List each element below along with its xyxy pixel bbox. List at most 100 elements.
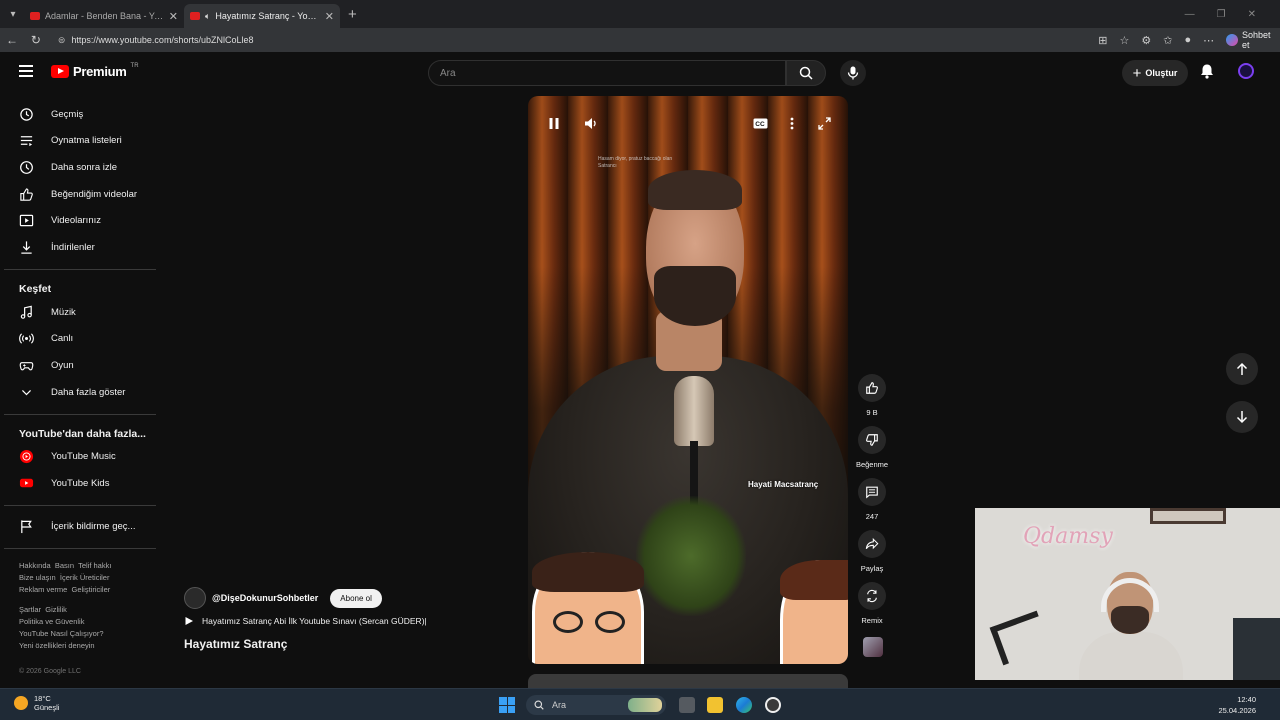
pause-icon[interactable]	[545, 114, 563, 132]
video-title[interactable]: Hayatımız Satranç	[184, 637, 287, 651]
video-cartoon-right	[780, 560, 848, 664]
sidebar-item-liked-videos[interactable]: Beğendiğim videolar	[0, 181, 156, 207]
edge-browser-icon[interactable]	[736, 697, 752, 713]
channel-name[interactable]: @DişeDokunurSohbetler	[212, 593, 318, 603]
thumbs-down-icon[interactable]	[858, 426, 886, 454]
footer-link[interactable]: YouTube Nasıl Çalışıyor?	[19, 629, 104, 638]
sound-row[interactable]: Hayatımız Satranç Abi İlk Youtube Sınavı…	[184, 616, 427, 626]
sidebar-item-label: Oyun	[51, 359, 74, 371]
footer-link[interactable]: Bize ulaşın	[19, 573, 56, 582]
footer-link[interactable]: Reklam verme	[19, 585, 67, 594]
minimize-icon[interactable]: —	[1185, 9, 1195, 20]
dislike-action[interactable]: Beğenme	[853, 426, 891, 469]
close-tab-icon[interactable]: ✕	[169, 10, 178, 23]
footer-link[interactable]: Hakkında	[19, 561, 51, 570]
weather-widget[interactable]: 18°C Güneşli	[14, 694, 59, 712]
reload-icon[interactable]: ↻	[24, 33, 48, 47]
share-icon[interactable]	[858, 530, 886, 558]
sidebar-divider	[4, 505, 156, 506]
comments-action[interactable]: 247	[853, 478, 891, 521]
browser-toolbar: ⊞ ☆ ⚙ ✩ ● ⋯ Sohbet et	[1098, 30, 1280, 50]
previous-short-button[interactable]	[1226, 353, 1258, 385]
fullscreen-icon[interactable]	[815, 114, 833, 132]
sidebar-item-live[interactable]: Canlı	[0, 325, 156, 351]
sidebar-item-show-more[interactable]: Daha fazla göster	[0, 379, 156, 405]
arrow-down-icon	[1236, 411, 1248, 424]
file-explorer-icon[interactable]	[707, 697, 723, 713]
sidebar-item-report-history[interactable]: İçerik bildirme geç...	[0, 513, 156, 539]
extensions-icon[interactable]: ⚙	[1141, 34, 1151, 47]
next-short-button[interactable]	[1226, 401, 1258, 433]
new-tab-icon[interactable]: +	[348, 6, 357, 23]
copilot-button[interactable]: Sohbet et	[1226, 30, 1280, 50]
remix-action[interactable]: Remix	[853, 582, 891, 625]
obs-icon[interactable]	[765, 697, 781, 713]
footer-link[interactable]: Telif hakkı	[78, 561, 111, 570]
footer-link[interactable]: Politika ve Güvenlik	[19, 617, 84, 626]
notifications-bell-icon[interactable]	[1199, 63, 1215, 84]
sidebar-item-youtube-kids[interactable]: YouTube Kids	[0, 470, 156, 496]
channel-avatar[interactable]	[184, 587, 206, 609]
tab-actions-menu-icon[interactable]: ▾	[2, 3, 24, 25]
maximize-icon[interactable]: ❐	[1217, 9, 1226, 20]
footer-link[interactable]: Geliştiriciler	[72, 585, 111, 594]
close-window-icon[interactable]: ✕	[1248, 9, 1256, 20]
subscribe-button[interactable]: Abone ol	[330, 588, 382, 608]
captions-icon[interactable]: CC	[751, 114, 769, 132]
footer-link[interactable]: İçerik Üreticiler	[60, 573, 110, 582]
profile-icon[interactable]: ●	[1184, 34, 1191, 46]
voice-search-button[interactable]	[840, 60, 866, 86]
sidebar-item-downloads[interactable]: İndirilenler	[0, 234, 156, 260]
sun-icon	[14, 696, 28, 710]
menu-icon[interactable]	[19, 65, 33, 77]
account-avatar[interactable]	[1238, 63, 1254, 79]
sidebar-item-your-videos[interactable]: Videolarınız	[0, 207, 156, 233]
history-icon	[18, 106, 34, 122]
play-icon	[185, 617, 193, 625]
create-button[interactable]: + Oluştur	[1122, 60, 1188, 86]
volume-icon[interactable]	[582, 114, 600, 132]
thumbs-up-icon[interactable]	[858, 374, 886, 402]
site-info-icon[interactable]: ⊜	[58, 35, 66, 46]
favorite-star-icon[interactable]: ☆	[1120, 34, 1130, 47]
tab-adamlar[interactable]: Adamlar - Benden Bana - YouTube ✕	[24, 4, 184, 28]
footer-link[interactable]: Basın	[55, 561, 74, 570]
sidebar-item-history[interactable]: Geçmiş	[0, 101, 156, 127]
create-label: Oluştur	[1145, 68, 1178, 78]
sound-thumbnail[interactable]	[863, 637, 883, 657]
back-icon[interactable]: ←	[0, 33, 24, 47]
sidebar-item-youtube-music[interactable]: YouTube Music	[0, 443, 156, 469]
copyright: © 2026 Google LLC	[19, 668, 81, 675]
video-overlay-text: Hayati Macsatranç	[748, 480, 819, 489]
close-tab-icon[interactable]: ✕	[325, 10, 334, 23]
footer-link[interactable]: Şartlar	[19, 605, 41, 614]
video-microphone	[674, 376, 714, 446]
footer-link[interactable]: Yeni özellikleri deneyin	[19, 641, 95, 650]
url-field[interactable]: ⊜ https://www.youtube.com/shorts/ubZNlCo…	[52, 30, 1068, 50]
sidebar-item-playlists[interactable]: Oynatma listeleri	[0, 127, 156, 153]
search-input[interactable]: Ara	[428, 60, 786, 86]
sidebar-item-watch-later[interactable]: Daha sonra izle	[0, 154, 156, 180]
footer-link[interactable]: Gizlilik	[45, 605, 67, 614]
share-action[interactable]: Paylaş	[853, 530, 891, 573]
tab-hayatimiz-satranc[interactable]: 🔈︎ Hayatımız Satranç - YouTube ✕	[184, 4, 340, 28]
app-available-icon[interactable]: ⊞	[1098, 34, 1107, 47]
comment-icon[interactable]	[858, 478, 886, 506]
remix-icon[interactable]	[858, 582, 886, 610]
windows-start-icon[interactable]	[499, 697, 515, 713]
more-menu-icon[interactable]: ⋯	[1203, 34, 1214, 47]
sidebar-item-gaming[interactable]: Oyun	[0, 352, 156, 378]
task-view-icon[interactable]	[679, 697, 695, 713]
live-icon	[18, 330, 34, 346]
speaker-icon[interactable]: 🔈︎	[205, 11, 210, 22]
sidebar-item-music[interactable]: Müzik	[0, 299, 156, 325]
system-clock[interactable]: 12:40 25.04.2026	[1218, 694, 1256, 716]
like-action[interactable]: 9 B	[853, 374, 891, 417]
search-button[interactable]	[786, 60, 826, 86]
shorts-video-player[interactable]: Hasam diyor, pratuz baccağı olan Satranc…	[528, 96, 848, 664]
weather-condition: Güneşli	[34, 703, 60, 712]
more-options-icon[interactable]	[783, 114, 801, 132]
favorites-icon[interactable]: ✩	[1163, 34, 1172, 47]
youtube-premium-logo[interactable]: Premium TR	[51, 63, 139, 79]
taskbar-search[interactable]: Ara	[526, 695, 666, 715]
